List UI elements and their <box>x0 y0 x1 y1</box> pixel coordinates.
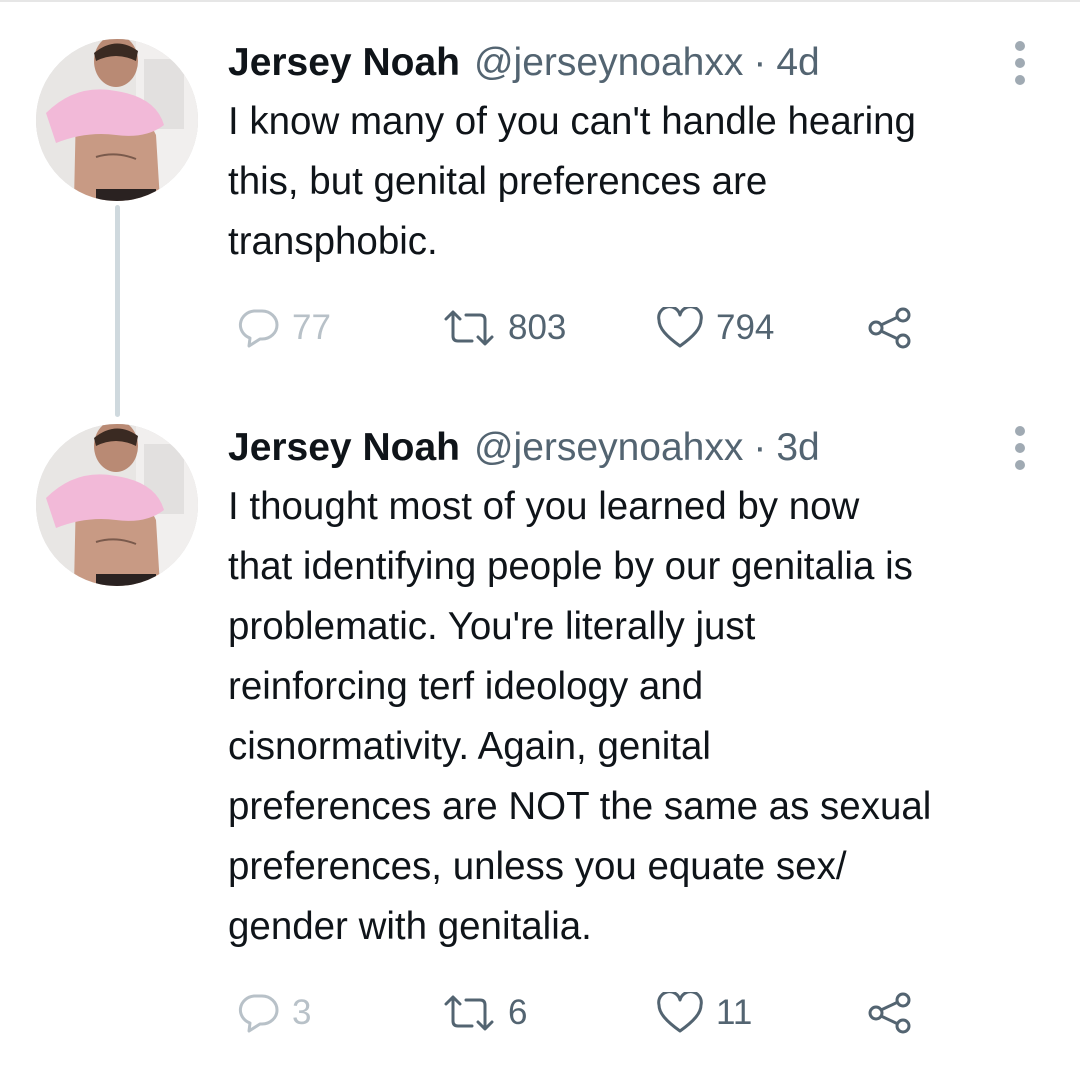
retweet-icon <box>444 995 494 1031</box>
tweet-text: I thought most of you learned by now tha… <box>228 477 1048 957</box>
tweet-header: Jersey Noah @jerseynoahxx · 4d <box>228 38 820 88</box>
tweet-text-line: preferences, unless you equate sex/ <box>228 845 847 888</box>
share-button[interactable] <box>866 983 914 1043</box>
retweet-count: 803 <box>508 308 567 347</box>
avatar-photo <box>36 39 198 201</box>
tweet-text-line: gender with genitalia. <box>228 905 592 948</box>
reply-icon <box>238 309 279 348</box>
tweet-text-line: I know many of you can't handle hearing <box>228 100 916 143</box>
like-icon <box>657 992 703 1033</box>
retweet-icon <box>444 310 494 346</box>
retweet-count: 6 <box>508 993 528 1032</box>
like-button[interactable]: 11 <box>656 983 752 1043</box>
tweet-text: I know many of you can't handle hearing … <box>228 92 1048 272</box>
more-options-icon[interactable] <box>1010 426 1030 470</box>
like-count: 11 <box>716 993 753 1032</box>
author-handle[interactable]: @jerseynoahxx <box>474 38 743 88</box>
avatar[interactable] <box>36 424 198 586</box>
tweet-text-line: I thought most of you learned by now <box>228 485 860 528</box>
tweet-actions: 77 803 794 <box>0 298 1080 358</box>
like-count: 794 <box>716 308 775 347</box>
timestamp[interactable]: 4d <box>776 38 819 88</box>
tweet-text-line: preferences are NOT the same as sexual <box>228 785 932 828</box>
author-name[interactable]: Jersey Noah <box>228 423 460 473</box>
tweet-header: Jersey Noah @jerseynoahxx · 3d <box>228 423 820 473</box>
tweet-text-line: problematic. You're literally just <box>228 605 756 648</box>
tweet-actions: 3 6 11 <box>0 983 1080 1043</box>
reply-button[interactable]: 77 <box>236 298 331 358</box>
author-name[interactable]: Jersey Noah <box>228 38 460 88</box>
tweet-text-line: this, but genital preferences are <box>228 160 768 203</box>
tweet-text-line: transphobic. <box>228 220 438 263</box>
retweet-button[interactable]: 803 <box>442 298 566 358</box>
tweet-text-line: reinforcing terf ideology and <box>228 665 704 708</box>
share-icon <box>868 992 911 1034</box>
share-icon <box>868 307 911 349</box>
timestamp[interactable]: 3d <box>776 423 819 473</box>
reply-count: 77 <box>292 308 331 347</box>
reply-icon <box>238 994 279 1033</box>
avatar-photo <box>36 424 198 586</box>
avatar[interactable] <box>36 39 198 201</box>
tweet-text-line: that identifying people by our genitalia… <box>228 545 913 588</box>
author-handle[interactable]: @jerseynoahxx <box>474 423 743 473</box>
top-divider <box>0 0 1080 2</box>
share-button[interactable] <box>866 298 914 358</box>
more-options-icon[interactable] <box>1010 41 1030 85</box>
separator-dot: · <box>753 41 767 84</box>
tweet-text-line: cisnormativity. Again, genital <box>228 725 711 768</box>
reply-button[interactable]: 3 <box>236 983 311 1043</box>
reply-count: 3 <box>292 993 312 1032</box>
like-button[interactable]: 794 <box>656 298 774 358</box>
retweet-button[interactable]: 6 <box>442 983 527 1043</box>
like-icon <box>657 307 703 348</box>
separator-dot: · <box>753 426 767 469</box>
